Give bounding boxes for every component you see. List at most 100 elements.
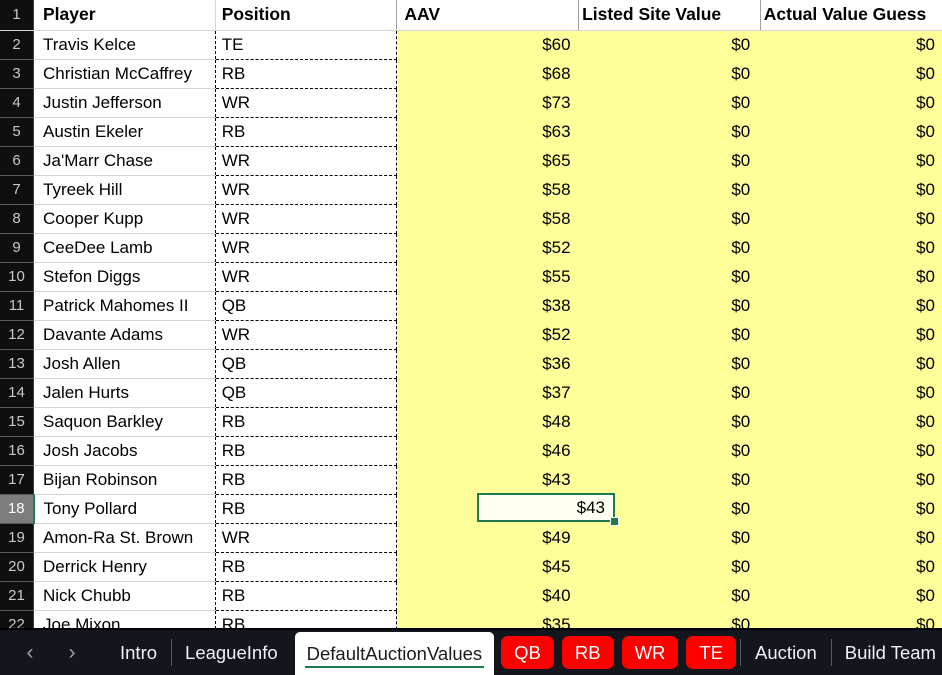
table-row[interactable]: 3 Christian McCaffrey RB $68 $0 $0 bbox=[0, 59, 942, 89]
cell-position[interactable]: RB bbox=[214, 117, 398, 147]
cell-aav[interactable]: $73 bbox=[396, 88, 579, 117]
cell-listed-site-value[interactable]: $0 bbox=[578, 204, 761, 233]
table-row[interactable]: 9 CeeDee Lamb WR $52 $0 $0 bbox=[0, 233, 942, 263]
cell-player[interactable]: Jalen Hurts bbox=[33, 378, 216, 408]
sheet-tab-intro[interactable]: Intro bbox=[106, 630, 171, 675]
table-row[interactable]: 11 Patrick Mahomes II QB $38 $0 $0 bbox=[0, 291, 942, 321]
column-header-position[interactable]: Position bbox=[214, 0, 397, 31]
cell-aav[interactable]: $49 bbox=[396, 523, 579, 552]
cell-position[interactable]: WR bbox=[214, 204, 398, 234]
row-header-3[interactable]: 3 bbox=[0, 59, 34, 89]
cell-player[interactable]: Josh Jacobs bbox=[33, 436, 216, 466]
sheet-tab-rb[interactable]: RB bbox=[561, 636, 614, 669]
row-header-14[interactable]: 14 bbox=[0, 378, 34, 408]
row-header-8[interactable]: 8 bbox=[0, 204, 34, 234]
row-header-12[interactable]: 12 bbox=[0, 320, 34, 350]
cell-player[interactable]: Tyreek Hill bbox=[33, 175, 216, 205]
cell-actual-value-guess[interactable]: $0 bbox=[760, 175, 942, 204]
cell-position[interactable]: WR bbox=[214, 146, 398, 176]
row-header-7[interactable]: 7 bbox=[0, 175, 34, 205]
cell-listed-site-value[interactable]: $0 bbox=[578, 581, 761, 610]
table-row[interactable]: 13 Josh Allen QB $36 $0 $0 bbox=[0, 349, 942, 379]
row-header-13[interactable]: 13 bbox=[0, 349, 34, 379]
sheet-tab-te[interactable]: TE bbox=[686, 636, 737, 669]
cell-position[interactable]: WR bbox=[214, 523, 398, 553]
cell-aav[interactable]: $46 bbox=[396, 436, 579, 465]
row-header-10[interactable]: 10 bbox=[0, 262, 34, 292]
cell-listed-site-value[interactable]: $0 bbox=[578, 378, 761, 407]
cell-actual-value-guess[interactable]: $0 bbox=[760, 552, 942, 581]
cell-actual-value-guess[interactable]: $0 bbox=[760, 407, 942, 436]
table-row[interactable]: 14 Jalen Hurts QB $37 $0 $0 bbox=[0, 378, 942, 408]
spreadsheet-grid[interactable]: 1 Player Position AAV Listed Site Value … bbox=[0, 0, 942, 635]
cell-actual-value-guess[interactable]: $0 bbox=[760, 59, 942, 88]
cell-actual-value-guess[interactable]: $0 bbox=[760, 117, 942, 146]
cell-actual-value-guess[interactable]: $0 bbox=[760, 30, 942, 59]
cell-aav[interactable]: $63 bbox=[396, 117, 579, 146]
table-row[interactable]: 5 Austin Ekeler RB $63 $0 $0 bbox=[0, 117, 942, 147]
table-row[interactable]: 17 Bijan Robinson RB $43 $0 $0 bbox=[0, 465, 942, 495]
row-header-9[interactable]: 9 bbox=[0, 233, 34, 263]
cell-player[interactable]: Bijan Robinson bbox=[33, 465, 216, 495]
cell-position[interactable]: RB bbox=[214, 465, 398, 495]
cell-aav[interactable]: $60 bbox=[396, 30, 579, 59]
row-header-6[interactable]: 6 bbox=[0, 146, 34, 176]
row-header-16[interactable]: 16 bbox=[0, 436, 34, 466]
cell-position[interactable]: RB bbox=[214, 59, 398, 89]
cell-player[interactable]: Davante Adams bbox=[33, 320, 216, 350]
cell-player[interactable]: Saquon Barkley bbox=[33, 407, 216, 437]
cell-actual-value-guess[interactable]: $0 bbox=[760, 436, 942, 465]
cell-listed-site-value[interactable]: $0 bbox=[578, 117, 761, 146]
column-header-aav[interactable]: AAV bbox=[396, 0, 579, 31]
cell-position[interactable]: RB bbox=[214, 494, 398, 524]
row-header-19[interactable]: 19 bbox=[0, 523, 34, 553]
sheet-tab-leagueinfo[interactable]: LeagueInfo bbox=[171, 630, 292, 675]
cell-listed-site-value[interactable]: $0 bbox=[578, 59, 761, 88]
cell-aav[interactable]: $43 bbox=[396, 465, 579, 494]
cell-listed-site-value[interactable]: $0 bbox=[578, 349, 761, 378]
table-row[interactable]: 4 Justin Jefferson WR $73 $0 $0 bbox=[0, 88, 942, 118]
column-header-player[interactable]: Player bbox=[33, 0, 216, 31]
cell-listed-site-value[interactable]: $0 bbox=[578, 30, 761, 59]
cell-actual-value-guess[interactable]: $0 bbox=[760, 378, 942, 407]
sheet-tab-auction[interactable]: Auction bbox=[741, 630, 831, 675]
cell-listed-site-value[interactable]: $0 bbox=[578, 262, 761, 291]
sheet-tab-bar[interactable]: ‹ › Intro LeagueInfo DefaultAuctionValues Q… bbox=[0, 628, 942, 675]
cell-actual-value-guess[interactable]: $0 bbox=[760, 262, 942, 291]
cell-actual-value-guess[interactable]: $0 bbox=[760, 204, 942, 233]
cell-actual-value-guess[interactable]: $0 bbox=[760, 233, 942, 262]
cell-actual-value-guess[interactable]: $0 bbox=[760, 494, 942, 523]
cell-position[interactable]: RB bbox=[214, 581, 398, 611]
cell-listed-site-value[interactable]: $0 bbox=[578, 175, 761, 204]
cell-aav[interactable]: $58 bbox=[396, 204, 579, 233]
row-header-15[interactable]: 15 bbox=[0, 407, 34, 437]
table-row[interactable]: 18Tony PollardRB$43$0$0 bbox=[0, 494, 942, 524]
sheet-tab-defaultauctionvalues[interactable]: DefaultAuctionValues bbox=[294, 632, 495, 675]
cell-position[interactable]: RB bbox=[214, 552, 398, 582]
cell-position[interactable]: TE bbox=[214, 30, 398, 60]
cell-actual-value-guess[interactable]: $0 bbox=[760, 88, 942, 117]
cell-listed-site-value[interactable]: $0 bbox=[578, 407, 761, 436]
cell-listed-site-value[interactable]: $0 bbox=[578, 291, 761, 320]
row-header-4[interactable]: 4 bbox=[0, 88, 34, 118]
cell-aav[interactable]: $45 bbox=[396, 552, 579, 581]
cell-position[interactable]: WR bbox=[214, 320, 398, 350]
cell-position[interactable]: QB bbox=[214, 349, 398, 379]
cell-position[interactable]: WR bbox=[214, 175, 398, 205]
cell-player[interactable]: Ja'Marr Chase bbox=[33, 146, 216, 176]
row-header-2[interactable]: 2 bbox=[0, 30, 34, 60]
cell-listed-site-value[interactable]: $0 bbox=[578, 523, 761, 552]
cell-listed-site-value[interactable]: $0 bbox=[578, 465, 761, 494]
cell-actual-value-guess[interactable]: $0 bbox=[760, 581, 942, 610]
table-row[interactable]: 12 Davante Adams WR $52 $0 $0 bbox=[0, 320, 942, 350]
table-row[interactable]: 20 Derrick Henry RB $45 $0 $0 bbox=[0, 552, 942, 582]
cell-player[interactable]: Patrick Mahomes II bbox=[33, 291, 216, 321]
row-header-1[interactable]: 1 bbox=[0, 0, 34, 31]
row-header-18[interactable]: 18 bbox=[0, 494, 35, 524]
cell-position[interactable]: RB bbox=[214, 407, 398, 437]
row-header-21[interactable]: 21 bbox=[0, 581, 34, 611]
column-header-actual-value-guess[interactable]: Actual Value Guess bbox=[759, 0, 942, 31]
cell-listed-site-value[interactable]: $0 bbox=[578, 88, 761, 117]
sheet-tab-wr[interactable]: WR bbox=[621, 636, 679, 669]
cell-position[interactable]: RB bbox=[214, 436, 398, 466]
